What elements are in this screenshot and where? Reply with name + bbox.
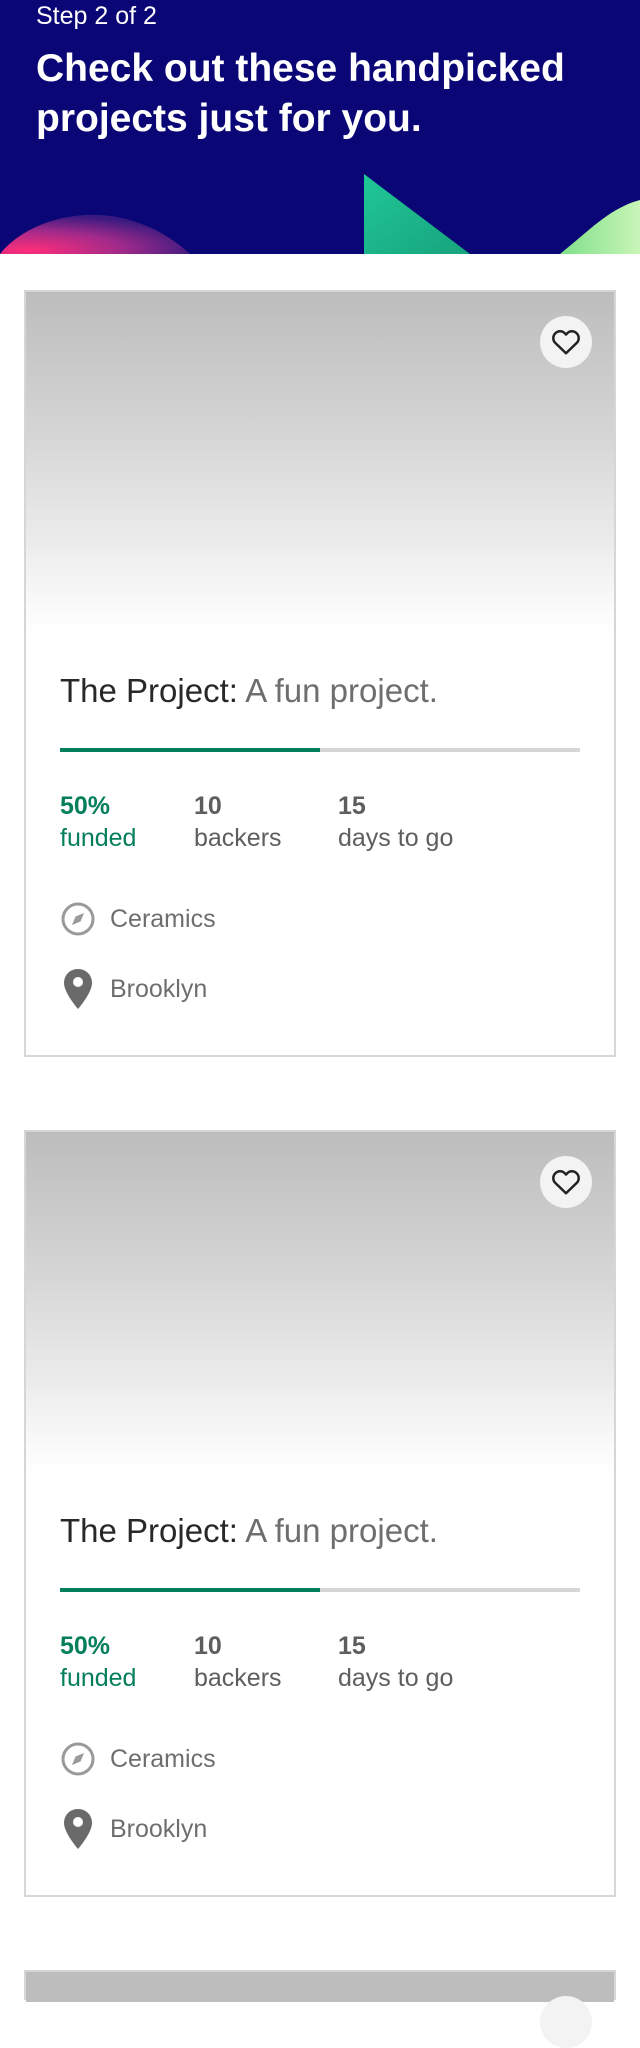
- days-count: 15: [338, 1632, 366, 1660]
- project-name: The Project:: [60, 1512, 238, 1549]
- location-label: Brooklyn: [110, 974, 208, 1003]
- category-label: Ceramics: [110, 1744, 216, 1773]
- heart-icon: [552, 1170, 580, 1195]
- compass-icon: [60, 1738, 96, 1780]
- save-project-button[interactable]: [540, 1996, 592, 2048]
- step-indicator: Step 2 of 2: [36, 2, 157, 30]
- project-image[interactable]: [26, 292, 614, 632]
- project-location[interactable]: Brooklyn: [60, 968, 207, 1010]
- project-image[interactable]: [26, 1132, 614, 1472]
- days-label: days to go: [338, 824, 454, 852]
- funding-progress-bar: [60, 748, 580, 752]
- backers-count: 10: [194, 792, 222, 820]
- project-blurb: A fun project.: [245, 1512, 438, 1549]
- days-to-go-stat: 15 days to go: [338, 790, 453, 854]
- backers-stat: 10 backers: [194, 790, 282, 854]
- funded-stat: 50% funded: [60, 790, 136, 854]
- days-to-go-stat: 15 days to go: [338, 1630, 453, 1694]
- funded-label: funded: [60, 824, 137, 852]
- funding-progress-bar: [60, 1588, 580, 1592]
- project-card[interactable]: The Project: A fun project. 50% funded 1…: [24, 290, 616, 1057]
- map-pin-icon: [60, 968, 96, 1010]
- page-title: Check out these handpicked projects just…: [36, 47, 565, 140]
- project-title[interactable]: The Project: A fun project.: [60, 672, 438, 710]
- backers-count: 10: [194, 1632, 222, 1660]
- project-card[interactable]: [24, 1970, 616, 2048]
- save-project-button[interactable]: [540, 1156, 592, 1208]
- backers-label: backers: [194, 1664, 282, 1692]
- funded-stat: 50% funded: [60, 1630, 136, 1694]
- funding-progress-fill: [60, 748, 320, 752]
- days-count: 15: [338, 792, 366, 820]
- compass-icon: [60, 898, 96, 940]
- project-name: The Project:: [60, 672, 238, 709]
- onboarding-header: Step 2 of 2 Check out these handpicked p…: [0, 0, 640, 254]
- funding-progress-fill: [60, 1588, 320, 1592]
- project-image[interactable]: [26, 1972, 614, 2002]
- project-location[interactable]: Brooklyn: [60, 1808, 207, 1850]
- project-title[interactable]: The Project: A fun project.: [60, 1512, 438, 1550]
- project-blurb: A fun project.: [245, 672, 438, 709]
- heart-icon: [552, 330, 580, 355]
- category-label: Ceramics: [110, 904, 216, 933]
- project-category[interactable]: Ceramics: [60, 898, 216, 940]
- save-project-button[interactable]: [540, 316, 592, 368]
- funded-percent: 50%: [60, 792, 111, 820]
- funded-label: funded: [60, 1664, 137, 1692]
- funded-percent: 50%: [60, 1632, 111, 1660]
- backers-stat: 10 backers: [194, 1630, 282, 1694]
- location-label: Brooklyn: [110, 1814, 208, 1843]
- project-category[interactable]: Ceramics: [60, 1738, 216, 1780]
- days-label: days to go: [338, 1664, 454, 1692]
- map-pin-icon: [60, 1808, 96, 1850]
- project-card[interactable]: The Project: A fun project. 50% funded 1…: [24, 1130, 616, 1897]
- backers-label: backers: [194, 824, 282, 852]
